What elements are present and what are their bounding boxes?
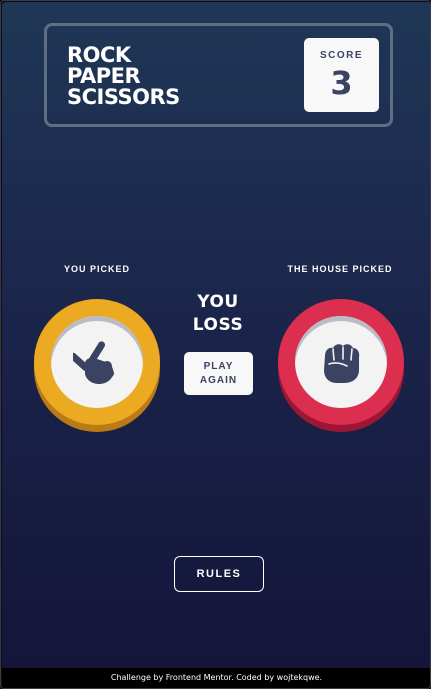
score-header: ROCK PAPER SCISSORS SCORE 3	[44, 23, 393, 127]
score-value: 3	[330, 64, 353, 102]
rock-fist-icon	[324, 344, 360, 383]
house-picked-label: THE HOUSE PICKED	[287, 264, 393, 274]
house-pick-token-face	[295, 316, 387, 408]
title-line-paper: PAPER	[67, 64, 141, 88]
attribution-footer: Challenge by Frontend Mentor. Coded by w…	[2, 668, 430, 688]
rules-button[interactable]: RULES	[174, 556, 264, 592]
title-line-rock: ROCK	[67, 43, 131, 67]
title-line-scissors: SCISSORS	[67, 85, 180, 109]
result-line-1: YOU	[197, 292, 239, 312]
player-pick-token	[34, 299, 160, 425]
result-text: YOU LOSS	[172, 291, 264, 337]
player-pick-token-face	[51, 316, 143, 408]
score-label: SCORE	[319, 50, 364, 61]
play-again-line-2: AGAIN	[199, 374, 238, 386]
game-screen: ROCK PAPER SCISSORS SCORE 3 YOU PICKED T…	[2, 2, 430, 668]
browser-frame: ROCK PAPER SCISSORS SCORE 3 YOU PICKED T…	[0, 0, 431, 689]
result-line-2: LOSS	[192, 315, 244, 335]
you-picked-label: YOU PICKED	[63, 264, 130, 274]
score-box: SCORE 3	[304, 38, 379, 112]
house-pick-token	[278, 299, 404, 425]
scissors-hand-icon	[73, 341, 114, 384]
play-again-line-1: PLAY	[203, 360, 234, 372]
game-title: ROCK PAPER SCISSORS	[67, 45, 180, 108]
play-again-button[interactable]: PLAY AGAIN	[184, 352, 253, 395]
